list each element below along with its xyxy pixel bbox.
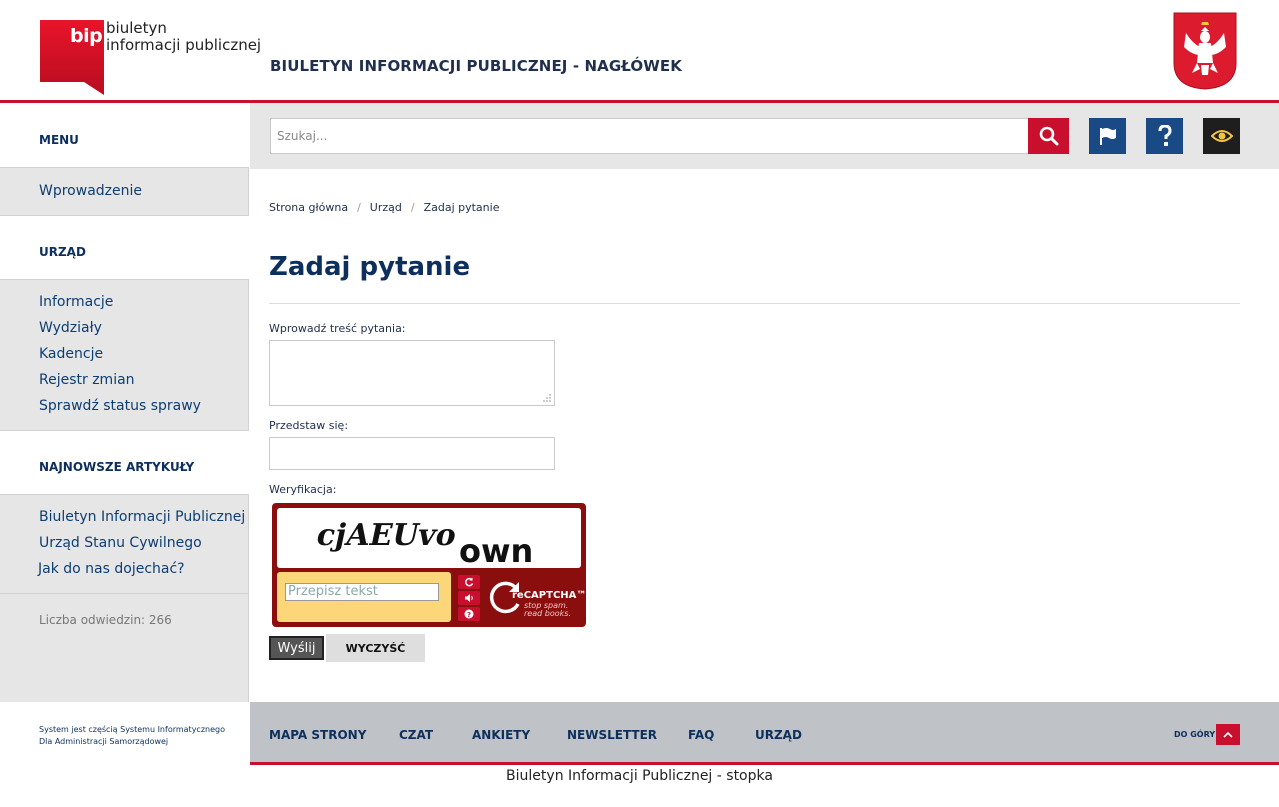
sidebar-article-bip[interactable]: Biuletyn Informacji Publicznej xyxy=(39,509,245,525)
captcha-distorted-text: cjAEUvo own xyxy=(313,518,533,570)
question-label: Wprowadź treść pytania: xyxy=(269,322,406,335)
recaptcha-name: reCAPTCHA™ xyxy=(512,590,587,601)
sidebar-article-usc[interactable]: Urząd Stanu Cywilnego xyxy=(39,535,202,551)
page-title: Zadaj pytanie xyxy=(269,252,471,282)
captcha-word-1: cjAEUvo xyxy=(313,518,459,553)
sidebar-item-kadencje[interactable]: Kadencje xyxy=(39,346,103,362)
sidebar-item-wprowadzenie[interactable]: Wprowadzenie xyxy=(39,183,142,199)
svg-text:?: ? xyxy=(467,611,471,619)
help-small-icon: ? xyxy=(464,609,474,619)
title-divider xyxy=(269,303,1240,304)
search-button[interactable] xyxy=(1028,118,1069,154)
question-textarea[interactable] xyxy=(269,340,555,406)
chevron-up-icon xyxy=(1223,731,1233,738)
footer-nav: MAPA STRONY CZAT ANKIETY NEWSLETTER FAQ … xyxy=(250,702,1279,765)
search-icon xyxy=(1039,126,1058,146)
site-title: BIULETYN INFORMACJI PUBLICZNEJ - NAGŁÓWE… xyxy=(270,57,682,75)
logo-line-2: informacji publicznej xyxy=(106,36,262,54)
breadcrumb: Strona główna / Urząd / Zadaj pytanie xyxy=(269,201,499,214)
breadcrumb-home[interactable]: Strona główna xyxy=(269,201,348,214)
system-info-line-2[interactable]: Dla Administracji Samorządowej xyxy=(39,736,225,748)
help-icon xyxy=(1158,125,1172,146)
captcha-image: cjAEUvo own xyxy=(277,508,581,570)
footer-system-info: System jest częścią Systemu Informatyczn… xyxy=(0,702,250,765)
visit-counter: Liczba odwiedzin: 266 xyxy=(39,613,172,627)
sidebar-item-informacje[interactable]: Informacje xyxy=(39,294,113,310)
captcha-refresh-button[interactable] xyxy=(458,575,480,589)
captcha-input-area: Przepisz tekst xyxy=(277,572,451,622)
captcha-word-2: own xyxy=(459,532,533,568)
name-label: Przedstaw się: xyxy=(269,419,349,432)
back-to-top-button[interactable] xyxy=(1216,724,1240,745)
footer-link-ankiety[interactable]: ANKIETY xyxy=(472,728,530,742)
flag-icon xyxy=(1099,128,1116,145)
logo-text: biuletyn informacji publicznej xyxy=(106,20,261,54)
breadcrumb-urzad[interactable]: Urząd xyxy=(370,201,402,214)
logo-line-1: biuletyn xyxy=(106,19,167,37)
sidebar-urzad-heading: URZĄD xyxy=(0,215,249,280)
captcha-help-button[interactable]: ? xyxy=(458,607,480,621)
name-input[interactable] xyxy=(269,437,555,470)
footer-link-faq[interactable]: FAQ xyxy=(688,728,714,742)
breadcrumb-separator: / xyxy=(357,201,361,214)
bip-logo[interactable]: bip biuletyn informacji publicznej xyxy=(40,20,261,95)
footer-link-czat[interactable]: CZAT xyxy=(399,728,433,742)
recaptcha-tagline-2: read books. xyxy=(524,609,571,618)
sidebar-item-sprawdz-status[interactable]: Sprawdź status sprawy xyxy=(39,398,201,414)
help-button[interactable] xyxy=(1146,118,1183,154)
captcha-audio-button[interactable] xyxy=(458,591,480,605)
clear-button[interactable]: WYCZYŚĆ xyxy=(326,634,425,662)
verification-label: Weryfikacja: xyxy=(269,483,337,496)
eye-icon xyxy=(1210,130,1233,142)
contrast-button[interactable] xyxy=(1203,118,1240,154)
footer-link-mapa-strony[interactable]: MAPA STRONY xyxy=(269,728,366,742)
footer-text: Biuletyn Informacji Publicznej - stopka xyxy=(506,768,773,784)
logo-mark-text: bip xyxy=(70,25,103,47)
sidebar-article-dojazd[interactable]: Jak do nas dojechać? xyxy=(38,561,185,577)
audio-icon xyxy=(464,594,473,602)
footer-link-newsletter[interactable]: NEWSLETTER xyxy=(567,728,657,742)
emblem-icon xyxy=(1173,12,1237,90)
breadcrumb-separator: / xyxy=(410,201,415,214)
sidebar: MENU Wprowadzenie URZĄD Informacje Wydzi… xyxy=(0,103,249,702)
recaptcha-brand: reCAPTCHA™ stop spam. read books. xyxy=(486,576,586,622)
system-info-line-1[interactable]: System jest częścią Systemu Informatyczn… xyxy=(39,724,225,736)
refresh-icon xyxy=(465,577,474,587)
search-input[interactable] xyxy=(270,118,1029,154)
sidebar-item-wydzialy[interactable]: Wydziały xyxy=(39,320,102,336)
send-button[interactable]: Wyślij xyxy=(269,636,324,660)
sidebar-articles-heading: NAJNOWSZE ARTYKUŁY xyxy=(0,430,249,495)
language-button[interactable] xyxy=(1089,118,1126,154)
sidebar-item-rejestr-zmian[interactable]: Rejestr zmian xyxy=(39,372,135,388)
sidebar-divider xyxy=(0,593,249,594)
footer-link-urzad[interactable]: URZĄD xyxy=(755,728,802,742)
captcha-response-input[interactable]: Przepisz tekst xyxy=(285,583,439,601)
resize-grip-icon[interactable] xyxy=(542,393,552,403)
breadcrumb-current: Zadaj pytanie xyxy=(423,201,500,214)
recaptcha-widget: cjAEUvo own Przepisz tekst ? reCAPTCHA™ … xyxy=(272,503,586,627)
back-to-top-label: DO GÓRY xyxy=(1174,730,1216,739)
system-info-text: System jest częścią Systemu Informatyczn… xyxy=(39,724,225,748)
sidebar-menu-heading: MENU xyxy=(0,103,249,168)
recaptcha-tagline: stop spam. read books. xyxy=(524,602,571,618)
page-header: bip biuletyn informacji publicznej BIULE… xyxy=(0,0,1279,103)
